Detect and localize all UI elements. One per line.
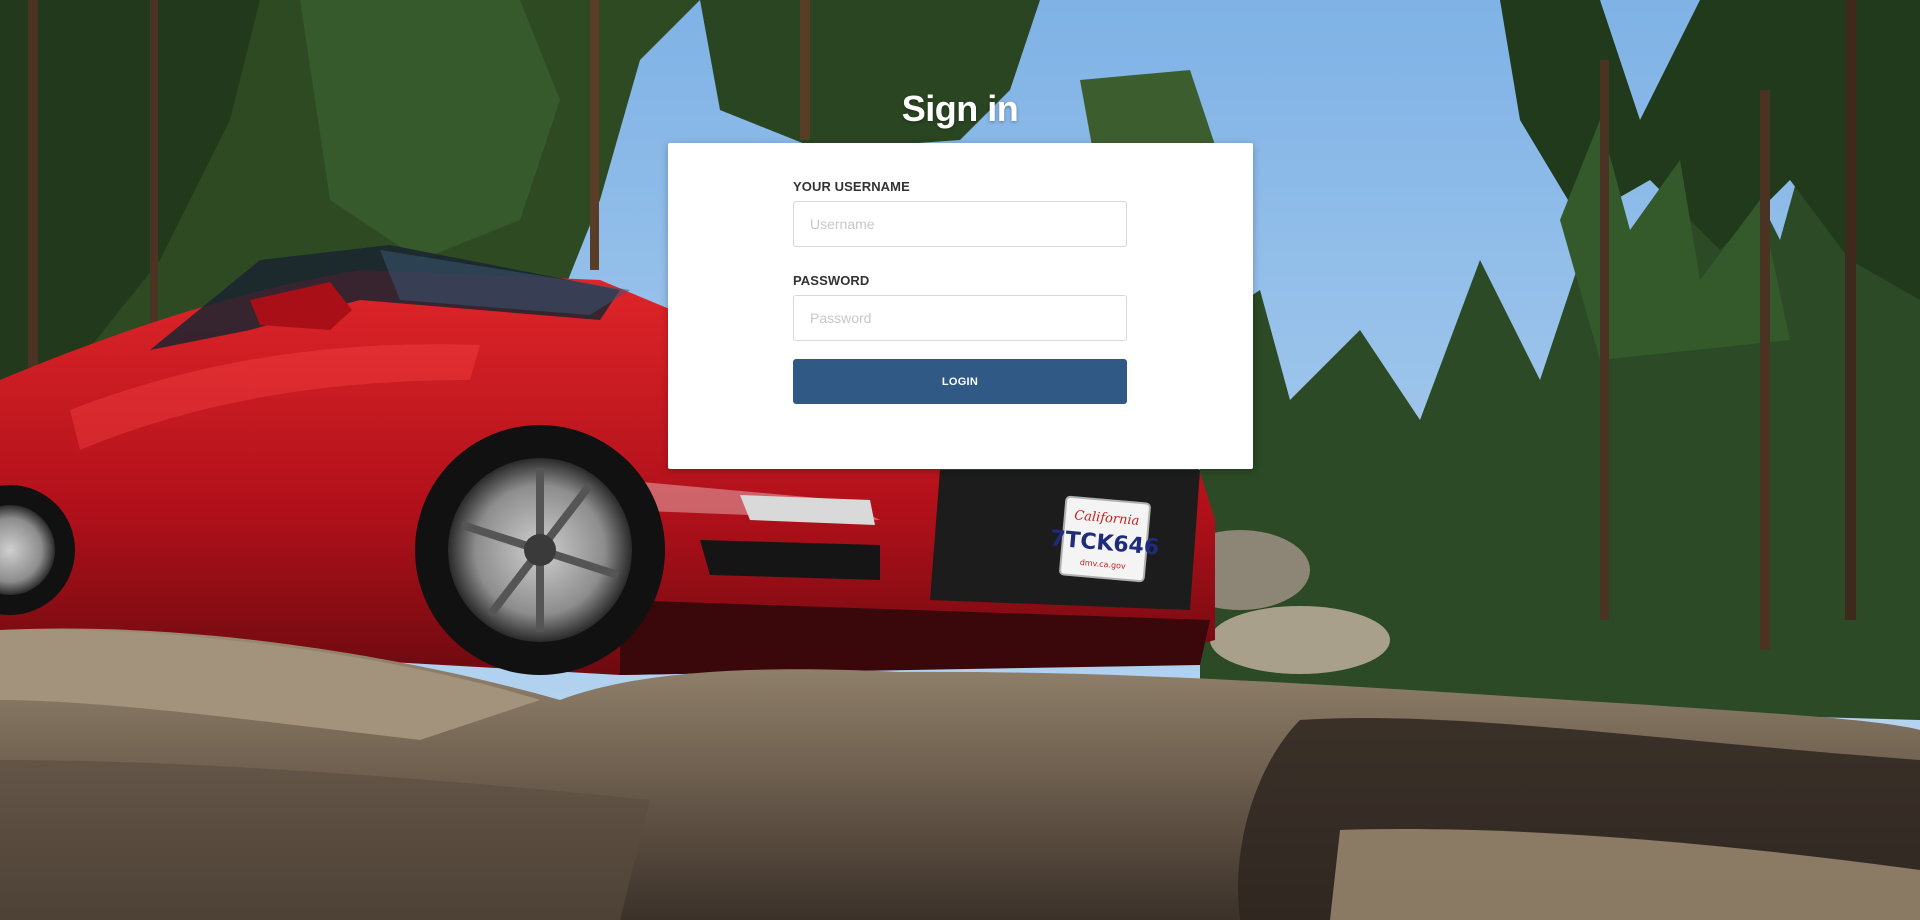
license-plate: California 7TCK646 dmv.ca.gov: [1049, 495, 1160, 583]
login-page: California 7TCK646 dmv.ca.gov Sign in YO…: [0, 0, 1920, 920]
username-label: YOUR USERNAME: [793, 179, 910, 194]
login-form: YOUR USERNAME PASSWORD LOGIN: [793, 179, 1127, 404]
password-input[interactable]: [793, 295, 1127, 341]
username-input[interactable]: [793, 201, 1127, 247]
login-card: YOUR USERNAME PASSWORD LOGIN: [668, 143, 1253, 469]
password-label: PASSWORD: [793, 273, 870, 288]
login-button[interactable]: LOGIN: [793, 359, 1127, 404]
page-title: Sign in: [901, 88, 1019, 129]
